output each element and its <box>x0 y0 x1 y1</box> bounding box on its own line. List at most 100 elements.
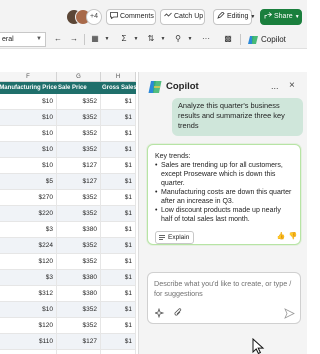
table-cell[interactable]: $1 <box>101 238 136 254</box>
sparkle-icon[interactable] <box>155 308 165 318</box>
table-cell[interactable]: $1 <box>101 94 136 110</box>
table-cell[interactable]: $127 <box>57 158 101 174</box>
table-cell[interactable]: $1 <box>101 270 136 286</box>
table-cell[interactable]: $10 <box>0 126 57 142</box>
prompt-input[interactable] <box>154 279 296 301</box>
table-cell[interactable]: $10 <box>0 110 57 126</box>
table-row: $10 $352 $1 <box>0 302 136 318</box>
table-cell[interactable]: $3 <box>0 350 57 354</box>
table-cell[interactable]: $1 <box>101 302 136 318</box>
table-cell[interactable]: $1 <box>101 222 136 238</box>
table-cell[interactable]: $3 <box>0 270 57 286</box>
editing-mode-button[interactable]: Editing ▼ <box>213 9 255 25</box>
font-name-dropdown[interactable]: eral ▼ <box>0 32 46 47</box>
comments-button[interactable]: Comments <box>106 9 156 25</box>
table-cell[interactable]: $352 <box>57 302 101 318</box>
thumbs-up-icon[interactable]: 👍 <box>276 231 286 243</box>
table-cell[interactable]: $224 <box>0 238 57 254</box>
table-cell[interactable]: $1 <box>101 190 136 206</box>
send-icon[interactable] <box>284 308 295 319</box>
copilot-ribbon-button[interactable]: Copilot <box>248 32 286 47</box>
response-title: Key trends: <box>155 153 191 160</box>
table-cell[interactable]: $127 <box>57 174 101 190</box>
table-cell[interactable]: $352 <box>57 142 101 158</box>
table-row: $10 $352 $1 <box>0 110 136 126</box>
explain-label: Explain <box>168 234 190 241</box>
chevron-down-icon[interactable]: ▼ <box>130 33 142 45</box>
decimal-format-icon[interactable]: ← <box>52 33 64 45</box>
list-item: Sales are trending up for all customers,… <box>155 161 293 188</box>
spreadsheet-grid[interactable]: F G H Manufacturing Price Sale Price Gro… <box>0 72 136 354</box>
table-cell[interactable]: $380 <box>57 222 101 238</box>
more-icon[interactable]: ... <box>271 80 279 92</box>
header-manufacturing-price[interactable]: Manufacturing Price <box>0 82 57 94</box>
sort-filter-icon[interactable]: ⇅ <box>145 33 157 45</box>
table-cell[interactable]: $1 <box>101 158 136 174</box>
table-cell[interactable]: $352 <box>57 94 101 110</box>
table-row: $10 $127 $1 <box>0 158 136 174</box>
table-row: $3$380$1 <box>0 350 136 354</box>
table-cell[interactable]: $352 <box>57 110 101 126</box>
column-header-g[interactable]: G <box>57 72 101 82</box>
table-cell[interactable]: $3 <box>0 222 57 238</box>
table-cell[interactable]: $352 <box>57 190 101 206</box>
table-cell[interactable]: $120 <box>0 254 57 270</box>
table-cell[interactable]: $110 <box>0 334 57 350</box>
table-cell[interactable]: $1 <box>101 174 136 190</box>
chevron-down-icon[interactable]: ▼ <box>101 33 113 45</box>
table-row: $110 $127 $1 <box>0 334 136 350</box>
table-cell[interactable]: $270 <box>0 190 57 206</box>
table-row: $10 $352 $1 <box>0 126 136 142</box>
autosum-icon[interactable]: Σ <box>118 33 130 45</box>
catch-up-button[interactable]: Catch Up <box>160 9 205 25</box>
table-cell[interactable]: $10 <box>0 302 57 318</box>
table-cell[interactable]: $10 <box>0 142 57 158</box>
table-cell[interactable]: $380 <box>57 350 101 354</box>
column-headers: F G H <box>0 72 136 82</box>
table-cell[interactable]: $10 <box>0 94 57 110</box>
table-cell[interactable]: $1 <box>101 254 136 270</box>
header-gross-sales[interactable]: Gross Sales <box>101 82 136 94</box>
more-options-icon[interactable]: ··· <box>200 33 212 45</box>
header-sale-price[interactable]: Sale Price <box>57 82 101 94</box>
find-search-icon[interactable]: ⚲ <box>172 33 184 45</box>
column-header-h[interactable]: H <box>101 72 136 82</box>
table-header-row: Manufacturing Price Sale Price Gross Sal… <box>0 82 136 94</box>
table-cell[interactable]: $352 <box>57 318 101 334</box>
prompt-compose-box <box>147 272 301 324</box>
table-cell[interactable]: $120 <box>0 318 57 334</box>
table-cell[interactable]: $312 <box>0 286 57 302</box>
table-cell[interactable]: $10 <box>0 158 57 174</box>
table-cell[interactable]: $1 <box>101 126 136 142</box>
share-button[interactable]: Share ▼ <box>260 9 302 25</box>
format-table-icon[interactable]: ▦ <box>89 33 101 45</box>
table-cell[interactable]: $1 <box>101 110 136 126</box>
table-cell[interactable]: $1 <box>101 286 136 302</box>
table-cell[interactable]: $352 <box>57 206 101 222</box>
table-cell[interactable]: $1 <box>101 142 136 158</box>
close-icon[interactable]: × <box>289 80 295 92</box>
attach-icon[interactable] <box>173 308 183 318</box>
table-cell[interactable]: $1 <box>101 318 136 334</box>
table-cell[interactable]: $380 <box>57 270 101 286</box>
more-collaborators-badge[interactable]: +4 <box>86 9 102 25</box>
table-cell[interactable]: $380 <box>57 286 101 302</box>
table-cell[interactable]: $352 <box>57 254 101 270</box>
table-cell[interactable]: $220 <box>0 206 57 222</box>
add-ins-icon[interactable]: ▩ <box>222 33 234 45</box>
table-cell[interactable]: $352 <box>57 126 101 142</box>
list-item: Manufacturing costs are down this quarte… <box>155 188 293 206</box>
table-cell[interactable]: $5 <box>0 174 57 190</box>
chevron-down-icon[interactable]: ▼ <box>157 33 169 45</box>
column-header-f[interactable]: F <box>0 72 57 82</box>
thumbs-down-icon[interactable]: 👎 <box>288 231 298 243</box>
table-cell[interactable]: $1 <box>101 206 136 222</box>
decimal-increase-icon[interactable]: → <box>68 33 80 45</box>
copilot-response-card: Key trends: Sales are trending up for al… <box>147 144 301 245</box>
table-cell[interactable]: $1 <box>101 350 136 354</box>
explain-button[interactable]: Explain <box>155 231 195 244</box>
table-cell[interactable]: $1 <box>101 334 136 350</box>
chevron-down-icon[interactable]: ▼ <box>184 33 196 45</box>
table-cell[interactable]: $352 <box>57 238 101 254</box>
table-cell[interactable]: $127 <box>57 334 101 350</box>
